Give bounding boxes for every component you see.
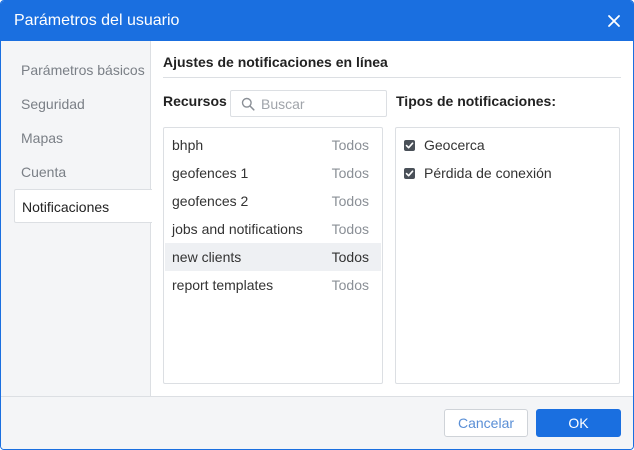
resource-name: jobs and notifications xyxy=(172,221,303,237)
access-selector[interactable]: Todos xyxy=(332,137,369,153)
ok-button[interactable]: OK xyxy=(536,409,621,437)
access-selector[interactable]: Todos xyxy=(332,249,369,265)
access-selector[interactable]: Todos xyxy=(332,277,369,293)
resource-search xyxy=(230,90,387,117)
resource-name: geofences 2 xyxy=(172,193,249,209)
list-item[interactable]: geofences 2 Todos xyxy=(165,187,381,215)
dialog-title: Parámetros del usuario xyxy=(14,12,180,29)
list-item[interactable]: bhph Todos xyxy=(165,131,381,159)
checkbox-label: Geocerca xyxy=(424,137,485,153)
list-item[interactable]: new clients Todos xyxy=(165,243,381,271)
sidebar-item-security[interactable]: Seguridad xyxy=(14,87,151,121)
section-title: Ajustes de notificaciones en línea xyxy=(163,54,388,70)
resource-name: bhph xyxy=(172,137,204,153)
resources-label: Recursos xyxy=(163,93,227,109)
sidebar-item-notifications[interactable]: Notificaciones xyxy=(14,189,152,223)
sidebar-item-label: Notificaciones xyxy=(22,199,110,215)
notification-types-list: Geocerca Pérdida de conexión xyxy=(395,127,620,384)
access-selector[interactable]: Todos xyxy=(332,165,369,181)
notification-types-label: Tipos de notificaciones: xyxy=(396,93,556,109)
sidebar-item-label: Seguridad xyxy=(21,96,85,112)
list-item[interactable]: geofences 1 Todos xyxy=(165,159,381,187)
checkbox-checked-icon[interactable] xyxy=(404,168,415,179)
resource-name: geofences 1 xyxy=(172,165,249,181)
dialog-footer: Cancelar OK xyxy=(1,396,633,449)
search-icon xyxy=(241,97,255,111)
sidebar-item-account[interactable]: Cuenta xyxy=(14,155,151,189)
sidebar-item-label: Parámetros básicos xyxy=(21,62,145,78)
sidebar-item-label: Mapas xyxy=(21,130,64,146)
resource-name: report templates xyxy=(172,277,274,293)
checkbox-checked-icon[interactable] xyxy=(404,140,415,151)
search-input[interactable] xyxy=(261,94,381,113)
sidebar-item-basic-parameters[interactable]: Parámetros básicos xyxy=(14,53,151,87)
list-item[interactable]: report templates Todos xyxy=(165,271,381,299)
checkbox-label: Pérdida de conexión xyxy=(424,165,552,181)
sidebar-item-maps[interactable]: Mapas xyxy=(14,121,151,155)
access-selector[interactable]: Todos xyxy=(332,221,369,237)
section-divider xyxy=(163,77,621,78)
list-item[interactable]: jobs and notifications Todos xyxy=(165,215,381,243)
sidebar-item-label: Cuenta xyxy=(21,164,67,180)
user-settings-dialog: Parámetros del usuario Parámetros básico… xyxy=(0,0,634,450)
resource-name: new clients xyxy=(172,249,242,265)
close-icon[interactable] xyxy=(605,12,623,30)
settings-sidebar: Parámetros básicos Seguridad Mapas Cuent… xyxy=(1,41,152,396)
notifications-panel: Ajustes de notificaciones en línea Recur… xyxy=(151,41,633,396)
cancel-button[interactable]: Cancelar xyxy=(444,409,528,437)
access-selector[interactable]: Todos xyxy=(332,193,369,209)
dialog-titlebar: Parámetros del usuario xyxy=(1,1,633,41)
resources-list: bhph Todos geofences 1 Todos geofences 2… xyxy=(163,127,383,384)
